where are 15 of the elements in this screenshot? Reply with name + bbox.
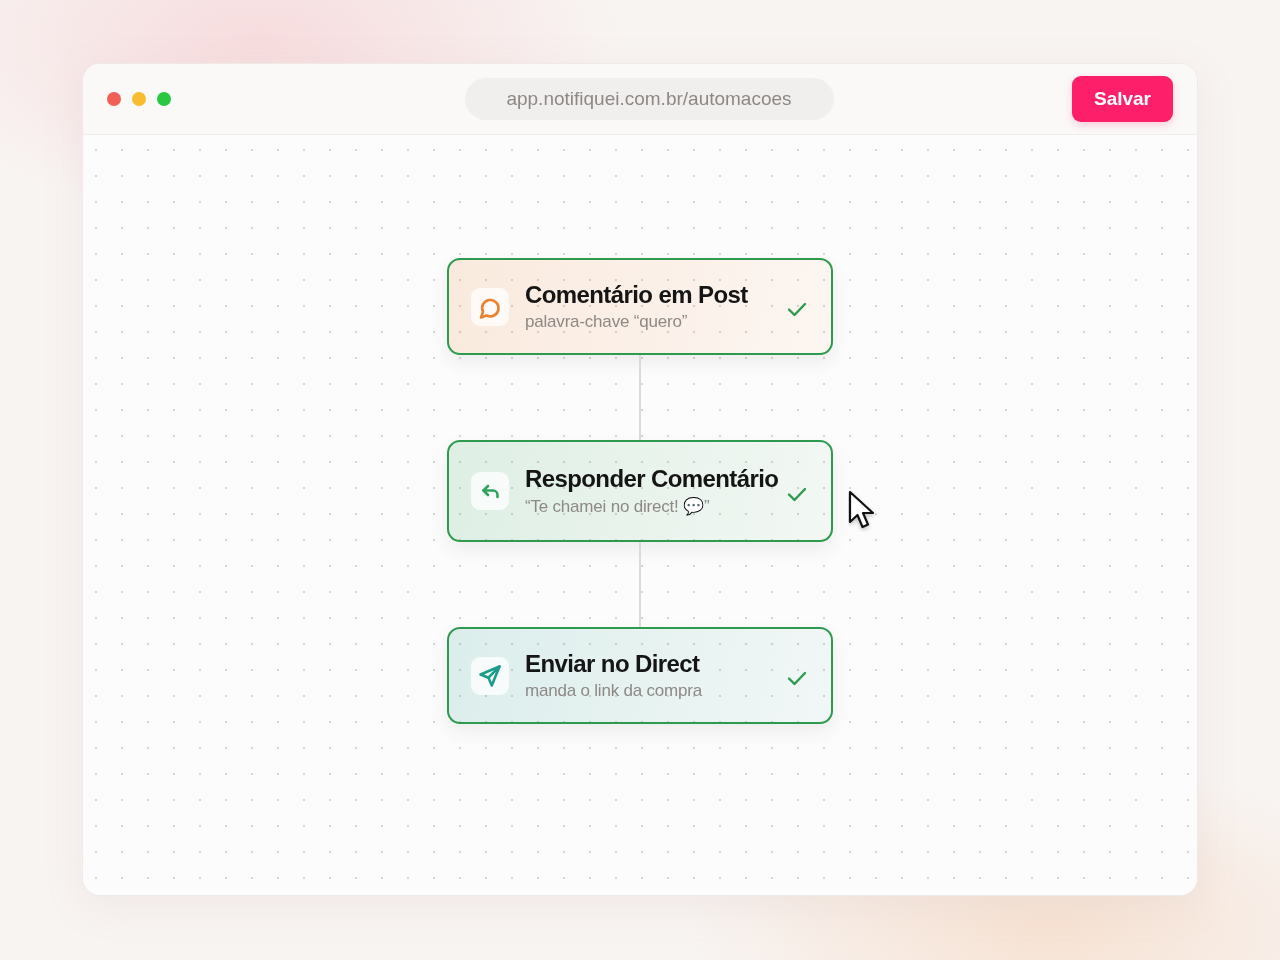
chat-bubble-icon [471,287,509,326]
save-button[interactable]: Salvar [1071,76,1173,122]
close-window-icon[interactable] [107,92,121,106]
paper-plane-icon [471,656,509,695]
node-title: Responder Comentário [525,465,779,493]
node-subtitle: palavra-chave “quero” [525,312,688,332]
maximize-window-icon[interactable] [157,92,171,106]
flow-node-card[interactable]: Comentário em Post palavra-chave “quero” [447,258,833,355]
flow-node-card[interactable]: Enviar no Direct manda o link da compra [447,627,833,724]
node-subtitle: manda o link da compra [525,681,703,701]
node-subtitle: “Te chamei no direct! 💬” [525,496,710,517]
node-title: Comentário em Post [525,281,748,309]
flow-node-card[interactable]: Responder Comentário “Te chamei no direct! 💬” [447,440,833,542]
node-title: Enviar no Direct [525,650,700,678]
minimize-window-icon[interactable] [132,92,146,106]
